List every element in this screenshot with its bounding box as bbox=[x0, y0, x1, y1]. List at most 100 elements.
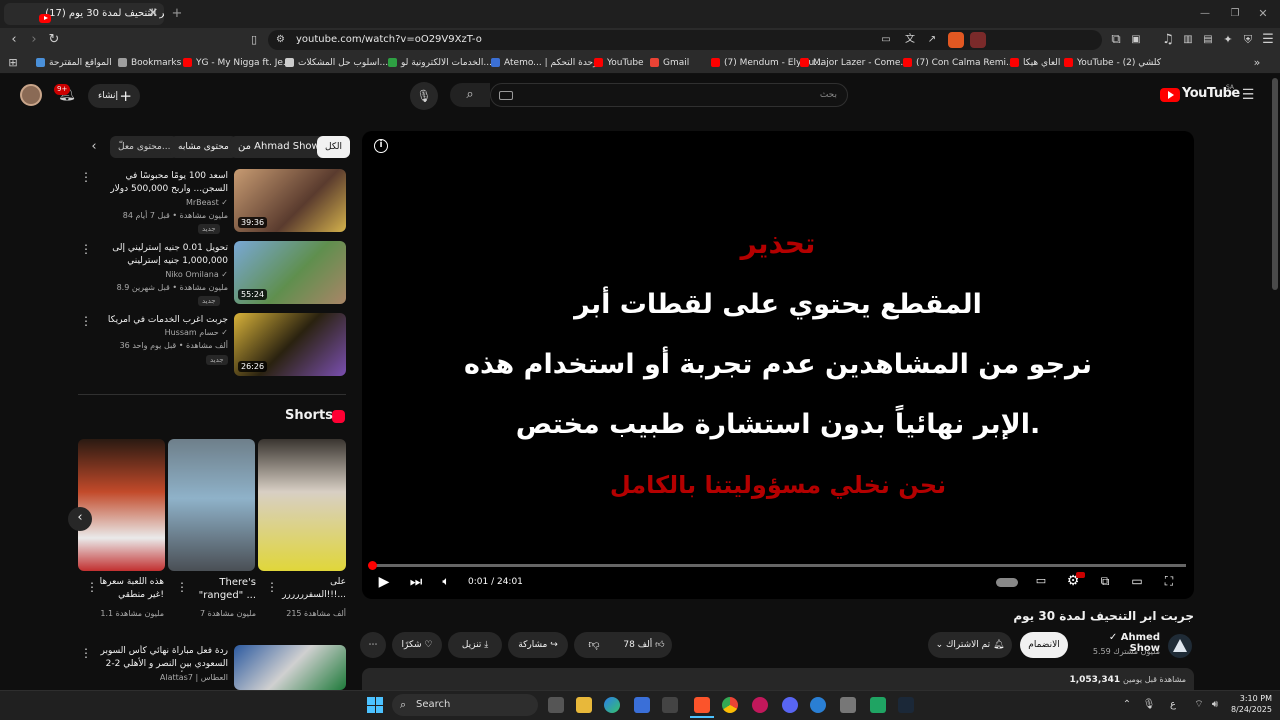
minimize-icon[interactable]: — bbox=[1198, 6, 1212, 22]
forward-icon[interactable]: › bbox=[26, 32, 42, 48]
subscribed-button[interactable]: ⌄ تم الاشتراك 🔔︎ bbox=[928, 632, 1012, 658]
close-window-icon[interactable]: ✕ bbox=[1256, 6, 1270, 22]
search-button[interactable]: ⌕ bbox=[450, 83, 490, 107]
bookmark-item[interactable]: Gmail bbox=[650, 52, 689, 74]
discord-icon[interactable] bbox=[782, 697, 798, 713]
close-tab-icon[interactable]: ✕ bbox=[146, 6, 160, 22]
site-info-icon[interactable]: ⚙ bbox=[276, 32, 285, 48]
info-icon[interactable]: i bbox=[374, 139, 388, 153]
dislike-button[interactable]: 👎︎ bbox=[580, 632, 608, 658]
more-options-icon[interactable]: ⋮ bbox=[266, 580, 278, 594]
steam-icon[interactable] bbox=[898, 697, 914, 713]
video-title[interactable]: تحويل 0.01 جنيه إسترليني إلى 1,000,000 ج… bbox=[92, 242, 228, 269]
guide-menu-icon[interactable]: ☰ bbox=[1240, 87, 1256, 103]
sidebar-icon[interactable]: ▥ bbox=[1180, 32, 1196, 48]
back-icon[interactable]: ‹ bbox=[6, 32, 22, 48]
reload-icon[interactable]: ↻ bbox=[46, 32, 62, 48]
app-icon[interactable] bbox=[662, 697, 678, 713]
bookmark-item[interactable]: اسلوب حل المشكلات... bbox=[285, 52, 388, 74]
extensions-icon[interactable]: ⧉ bbox=[1108, 32, 1124, 48]
network-icon[interactable]: ⌔ bbox=[1192, 697, 1206, 713]
subtitles-icon[interactable]: ▭ bbox=[1032, 574, 1050, 587]
media-icon[interactable]: ♫ bbox=[1160, 32, 1176, 48]
task-view-icon[interactable] bbox=[548, 697, 564, 713]
menu-icon[interactable]: ☰ bbox=[1260, 32, 1276, 48]
keyboard-icon[interactable] bbox=[499, 91, 513, 100]
bookmark-item[interactable]: العاي هيكا bbox=[1010, 52, 1060, 74]
app-icon[interactable] bbox=[752, 697, 768, 713]
more-bookmarks-icon[interactable]: » bbox=[1250, 55, 1264, 71]
channel-avatar[interactable] bbox=[1168, 634, 1192, 658]
theater-mode-icon[interactable]: ▭ bbox=[1128, 574, 1146, 588]
video-thumbnail[interactable]: 39:36 bbox=[234, 169, 346, 232]
short-title[interactable]: على السفرررررر!!!... bbox=[276, 576, 346, 604]
wallet-icon[interactable]: ▤ bbox=[1200, 32, 1216, 48]
more-options-icon[interactable]: ⋮ bbox=[80, 646, 92, 660]
page-scrollbar[interactable] bbox=[1272, 78, 1278, 290]
bookmark-item[interactable]: Bookmarks bbox=[118, 52, 181, 74]
short-thumbnail[interactable] bbox=[258, 439, 346, 571]
taskbar-clock[interactable]: 3:10 PM 8/24/2025 bbox=[1226, 693, 1272, 715]
more-options-icon[interactable]: ⋮ bbox=[80, 242, 92, 256]
restore-icon[interactable]: ❐ bbox=[1228, 6, 1242, 22]
chips-scroll-left-icon[interactable]: ‹ bbox=[86, 139, 102, 155]
next-icon[interactable]: ⏭︎ bbox=[408, 574, 424, 590]
fullscreen-icon[interactable]: ⛶ bbox=[1160, 574, 1178, 589]
bookmark-item[interactable]: Major Lazer - Come... bbox=[800, 52, 909, 74]
brave-icon[interactable] bbox=[694, 697, 710, 713]
speaker-icon[interactable]: 🔊︎ bbox=[1208, 697, 1222, 713]
channel-name[interactable]: Niko Omilana ✓ bbox=[92, 270, 228, 279]
app-icon[interactable] bbox=[810, 697, 826, 713]
chip-from-channel[interactable]: من Ahmad Show bbox=[230, 136, 328, 158]
input-language[interactable]: ع bbox=[1170, 699, 1176, 710]
chrome-icon[interactable] bbox=[722, 697, 738, 713]
chip-similar[interactable]: محتوى مشابه bbox=[170, 136, 237, 158]
scrubber-handle[interactable] bbox=[367, 561, 377, 570]
progress-bar[interactable] bbox=[370, 564, 1186, 567]
apps-grid-icon[interactable]: ⊞ bbox=[6, 55, 20, 71]
description-box[interactable]: 1,053,341 مشاهدة قبل يومين bbox=[362, 668, 1194, 690]
share-button[interactable]: مشاركة ↪ bbox=[508, 632, 568, 658]
file-explorer-icon[interactable] bbox=[576, 697, 592, 713]
youtube-logo-icon[interactable] bbox=[1160, 88, 1180, 102]
bookmark-item[interactable]: الخدمات الالكترونية لو... bbox=[388, 52, 492, 74]
thanks-button[interactable]: شكرًا ♡ bbox=[392, 632, 442, 658]
bookmark-item[interactable]: (7) Con Calma Remi... bbox=[903, 52, 1015, 74]
app-icon[interactable] bbox=[870, 697, 886, 713]
translate-icon[interactable]: 文 bbox=[902, 32, 918, 48]
share-page-icon[interactable]: ↗ bbox=[924, 32, 940, 48]
join-button[interactable]: الانضمام bbox=[1020, 632, 1068, 658]
video-player[interactable]: i تحذير المقطع يحتوي على لقطات أبر نرجو … bbox=[362, 131, 1194, 599]
brave-rewards-icon[interactable] bbox=[970, 32, 986, 48]
like-button[interactable]: 78 ألف 👍︎ bbox=[616, 632, 672, 658]
new-tab-icon[interactable]: + bbox=[170, 6, 184, 22]
tray-mic-icon[interactable]: 🎙︎ bbox=[1142, 697, 1156, 713]
more-options-icon[interactable]: ⋮ bbox=[80, 170, 92, 184]
brave-shield-icon[interactable] bbox=[948, 32, 964, 48]
bookmark-item[interactable]: المواقع المقترحة bbox=[36, 52, 112, 74]
video-thumbnail[interactable]: 26:26 bbox=[234, 313, 346, 376]
autoplay-toggle[interactable] bbox=[996, 578, 1018, 587]
download-button[interactable]: تنزيل ⤓ bbox=[448, 632, 502, 658]
taskbar-search[interactable]: ⌕ Search bbox=[392, 694, 538, 716]
channel-name[interactable]: MrBeast ✓ bbox=[92, 198, 228, 207]
more-options-icon[interactable]: ⋮ bbox=[80, 314, 92, 328]
browser-tab[interactable]: (17) جربت ابر التنحيف لمدة 30 يوم bbox=[4, 3, 164, 25]
channel-name[interactable]: Alattas7 | العطاس bbox=[92, 673, 228, 682]
short-title[interactable]: هذه اللعبة سعرها غير منطقي! bbox=[96, 576, 164, 604]
more-actions-button[interactable]: ⋯ bbox=[360, 632, 386, 658]
vpn-icon[interactable]: ⛨ bbox=[1240, 32, 1256, 48]
settings-app-icon[interactable] bbox=[840, 697, 856, 713]
short-title[interactable]: There's "ranged" ... bbox=[186, 576, 256, 604]
bookmark-item[interactable]: YouTube - كلشي (2) bbox=[1064, 52, 1161, 74]
store-icon[interactable] bbox=[634, 697, 650, 713]
channel-name[interactable]: Hussam حسام ✓ bbox=[92, 328, 228, 337]
bookmark-icon[interactable]: ▯ bbox=[246, 32, 262, 48]
more-options-icon[interactable]: ⋮ bbox=[176, 580, 188, 594]
avatar[interactable] bbox=[20, 84, 42, 106]
tray-overflow-icon[interactable]: ⌃ bbox=[1120, 697, 1134, 713]
create-button[interactable]: إنشاء + bbox=[88, 84, 140, 108]
short-thumbnail[interactable] bbox=[168, 439, 255, 571]
leo-ai-icon[interactable]: ✦ bbox=[1220, 32, 1236, 48]
play-icon[interactable]: ▶ bbox=[376, 574, 392, 590]
